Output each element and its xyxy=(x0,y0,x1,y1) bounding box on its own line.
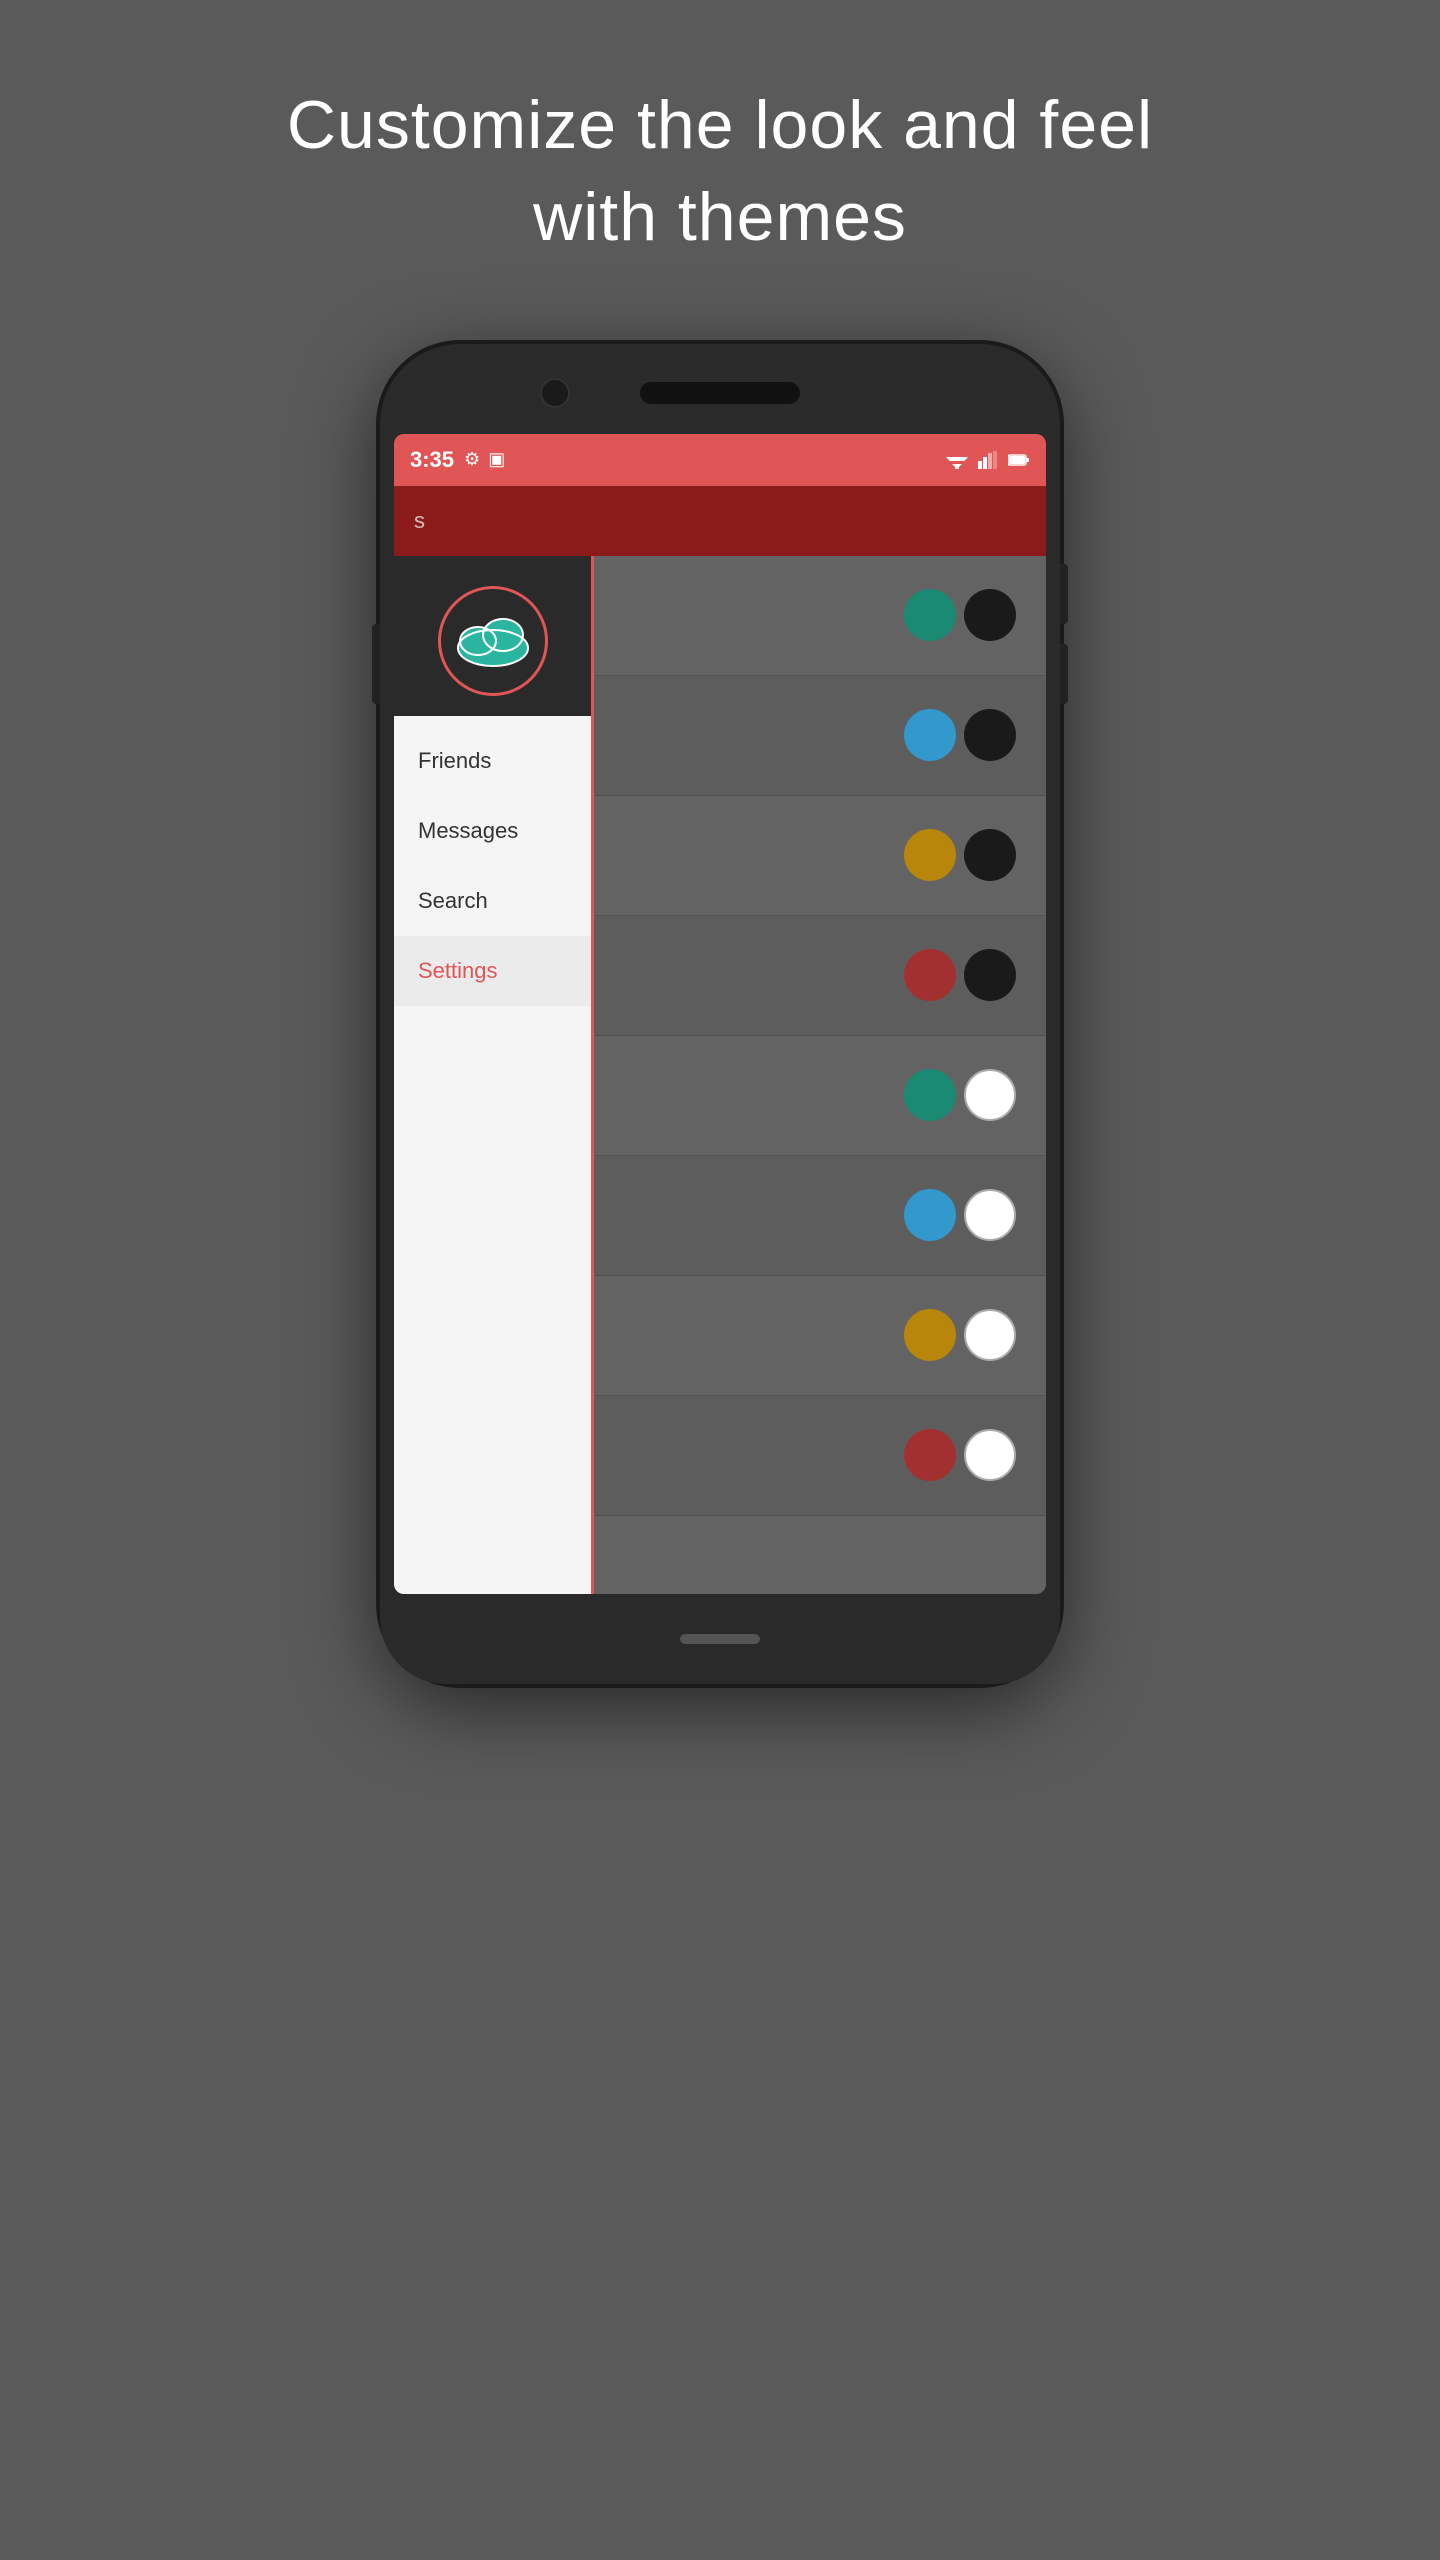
status-bar: 3:35 ⚙ ▣ xyxy=(394,434,1046,486)
secondary-color-dot xyxy=(964,829,1016,881)
primary-color-dot xyxy=(904,829,956,881)
sidebar-item-messages[interactable]: Messages xyxy=(394,796,591,866)
secondary-color-dot xyxy=(964,1429,1016,1481)
secondary-color-dot xyxy=(964,1189,1016,1241)
wifi-icon xyxy=(946,451,968,469)
power-button xyxy=(372,624,380,704)
title-line1: Customize the look and feel xyxy=(287,87,1153,163)
app-content: Friends Messages Search Settings xyxy=(394,556,1046,1594)
themes-panel xyxy=(594,556,1046,1594)
sd-card-icon: ▣ xyxy=(488,449,505,470)
phone-screen: 3:35 ⚙ ▣ xyxy=(394,434,1046,1594)
app-logo-icon xyxy=(453,613,533,668)
primary-color-dot xyxy=(904,1189,956,1241)
volume-down-button xyxy=(1060,644,1068,704)
page-title: Customize the look and feel with themes xyxy=(287,80,1153,264)
theme-row[interactable] xyxy=(594,1156,1046,1276)
app-titlebar-text: s xyxy=(414,508,425,534)
status-icons-left: ⚙ ▣ xyxy=(464,449,505,470)
battery-icon xyxy=(1008,453,1030,467)
status-time: 3:35 xyxy=(410,447,454,473)
avatar xyxy=(438,586,548,696)
signal-icon xyxy=(978,451,998,469)
avatar-area xyxy=(394,556,591,716)
secondary-color-dot xyxy=(964,589,1016,641)
earpiece xyxy=(640,382,800,404)
front-camera xyxy=(540,378,570,408)
volume-up-button xyxy=(1060,564,1068,624)
secondary-color-dot xyxy=(964,949,1016,1001)
theme-row[interactable] xyxy=(594,676,1046,796)
sidebar-item-settings[interactable]: Settings xyxy=(394,936,591,1006)
secondary-color-dot xyxy=(964,1069,1016,1121)
primary-color-dot xyxy=(904,709,956,761)
primary-color-dot xyxy=(904,1429,956,1481)
theme-row[interactable] xyxy=(594,916,1046,1036)
sidebar-nav: Friends Messages Search Settings xyxy=(394,716,591,1594)
phone-frame: 3:35 ⚙ ▣ xyxy=(380,344,1060,1684)
sidebar: Friends Messages Search Settings xyxy=(394,556,594,1594)
theme-row[interactable] xyxy=(594,1396,1046,1516)
sidebar-item-search[interactable]: Search xyxy=(394,866,591,936)
gear-icon: ⚙ xyxy=(464,449,480,470)
primary-color-dot xyxy=(904,589,956,641)
primary-color-dot xyxy=(904,949,956,1001)
theme-row[interactable] xyxy=(594,796,1046,916)
secondary-color-dot xyxy=(964,1309,1016,1361)
primary-color-dot xyxy=(904,1069,956,1121)
theme-row[interactable] xyxy=(594,1036,1046,1156)
theme-row[interactable] xyxy=(594,1276,1046,1396)
title-line2: with themes xyxy=(533,179,907,255)
phone-bottom-bar xyxy=(380,1594,1060,1684)
secondary-color-dot xyxy=(964,709,1016,761)
status-icons-right xyxy=(946,451,1030,469)
theme-row[interactable] xyxy=(594,556,1046,676)
home-indicator xyxy=(680,1634,760,1644)
phone-mockup: 3:35 ⚙ ▣ xyxy=(380,344,1060,1684)
app-titlebar: s xyxy=(394,486,1046,556)
sidebar-item-friends[interactable]: Friends xyxy=(394,726,591,796)
primary-color-dot xyxy=(904,1309,956,1361)
